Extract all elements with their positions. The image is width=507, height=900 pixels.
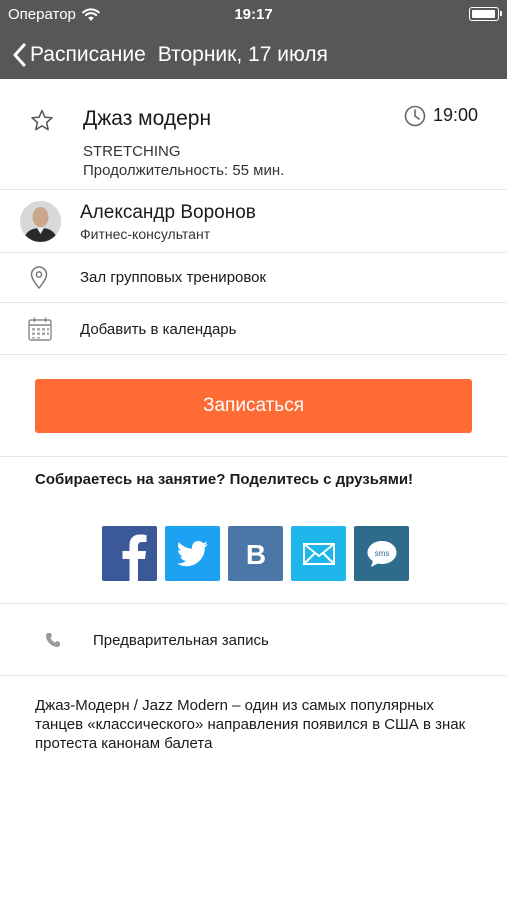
trainer-name: Александр Воронов — [80, 202, 256, 223]
chevron-left-icon — [13, 43, 26, 66]
add-to-calendar-row[interactable]: Добавить в календарь — [0, 303, 507, 355]
twitter-icon — [176, 540, 208, 566]
signup-button[interactable]: Записаться — [35, 379, 472, 433]
mail-icon — [302, 542, 335, 565]
class-type: STRETCHING — [83, 143, 181, 160]
location-row[interactable]: Зал групповых тренировок — [0, 253, 507, 303]
trainer-section[interactable]: Александр Воронов Фитнес-консультант — [0, 190, 507, 253]
sms-icon: sms — [367, 540, 396, 567]
back-label: Расписание — [30, 42, 146, 66]
svg-text:B: B — [245, 540, 265, 568]
pre-booking-label: Предварительная запись — [93, 632, 269, 649]
share-buttons: B sms — [102, 526, 409, 581]
class-time: 19:00 — [433, 105, 479, 125]
star-outline-icon[interactable] — [30, 109, 54, 132]
phone-icon — [46, 633, 60, 647]
svg-text:sms: sms — [374, 549, 389, 558]
share-title: Собираетесь на занятие? Поделитесь с дру… — [35, 471, 414, 488]
class-info-section: Джаз модерн STRETCHING Продолжительность… — [0, 79, 507, 190]
location-pin-icon — [30, 266, 48, 290]
class-duration: Продолжительность: 55 мин. — [83, 162, 285, 179]
top-bar: Оператор 19:17 Расписание Вторник, 17 ию… — [0, 0, 507, 79]
avatar-image — [20, 201, 61, 242]
status-time: 19:17 — [234, 6, 273, 23]
page-title: Вторник, 17 июля — [157, 42, 328, 66]
vk-share-button[interactable]: B — [228, 526, 283, 581]
navigation-bar: Расписание Вторник, 17 июля — [0, 30, 507, 79]
add-to-calendar-label: Добавить в календарь — [80, 321, 237, 338]
battery-icon — [469, 7, 502, 21]
trainer-role: Фитнес-консультант — [80, 226, 211, 242]
pre-booking-row[interactable]: Предварительная запись — [0, 604, 507, 676]
class-title: Джаз модерн — [83, 107, 212, 130]
status-bar: Оператор 19:17 — [0, 0, 507, 30]
email-share-button[interactable] — [291, 526, 346, 581]
signup-section: Записаться — [0, 355, 507, 457]
location-label: Зал групповых тренировок — [80, 269, 267, 286]
class-description: Джаз-Модерн / Jazz Modern – один из самы… — [35, 697, 466, 752]
battery-level — [472, 10, 495, 18]
twitter-share-button[interactable] — [165, 526, 220, 581]
facebook-icon — [122, 534, 147, 581]
vk-icon: B — [245, 540, 265, 568]
clock-icon — [404, 105, 426, 127]
calendar-icon — [28, 317, 52, 341]
facebook-share-button[interactable] — [102, 526, 157, 581]
back-button[interactable]: Расписание — [12, 43, 146, 67]
share-section: Собираетесь на занятие? Поделитесь с дру… — [0, 457, 507, 604]
trainer-avatar — [20, 201, 61, 242]
sms-share-button[interactable]: sms — [354, 526, 409, 581]
